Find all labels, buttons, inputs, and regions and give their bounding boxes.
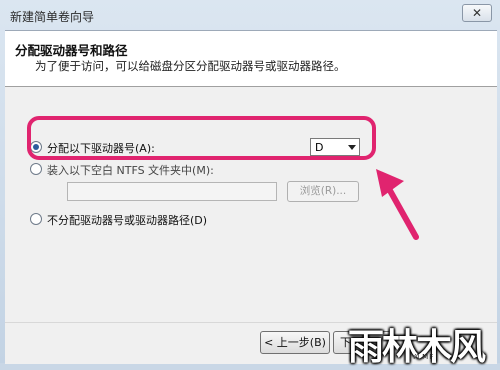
annotation-arrow <box>376 169 419 240</box>
browse-button[interactable]: 浏览(R)... <box>287 181 359 202</box>
wizard-window: 新建简单卷向导 ✕ 分配驱动器号和路径 为了便于访问，可以给磁盘分区分配驱动器号… <box>0 0 500 368</box>
close-button[interactable]: ✕ <box>462 4 492 22</box>
annotation-highlight-box <box>27 116 376 160</box>
no-assign-radio[interactable] <box>30 213 42 225</box>
mount-folder-radio[interactable] <box>30 163 42 175</box>
window-title: 新建简单卷向导 <box>10 10 95 24</box>
watermark-logo: 雨林木风 <box>348 326 486 368</box>
title-bar: 新建简单卷向导 ✕ <box>0 0 500 30</box>
mount-folder-label: 装入以下空白 NTFS 文件夹中(M): <box>47 164 214 177</box>
wizard-client-area: 分配驱动器号和路径 为了便于访问，可以给磁盘分区分配驱动器号或驱动器路径。 分配… <box>5 30 497 364</box>
folder-path-input[interactable] <box>67 182 277 201</box>
back-button[interactable]: < 上一步(B) <box>260 331 330 354</box>
no-assign-label: 不分配驱动器号或驱动器路径(D) <box>47 214 208 227</box>
wizard-header: 分配驱动器号和路径 为了便于访问，可以给磁盘分区分配驱动器号或驱动器路径。 <box>5 31 497 87</box>
page-subtitle: 为了便于访问，可以给磁盘分区分配驱动器号或驱动器路径。 <box>35 59 346 73</box>
watermark-subtext: YLMF <box>412 353 435 361</box>
page-title: 分配驱动器号和路径 <box>15 43 128 58</box>
close-icon: ✕ <box>471 6 483 20</box>
